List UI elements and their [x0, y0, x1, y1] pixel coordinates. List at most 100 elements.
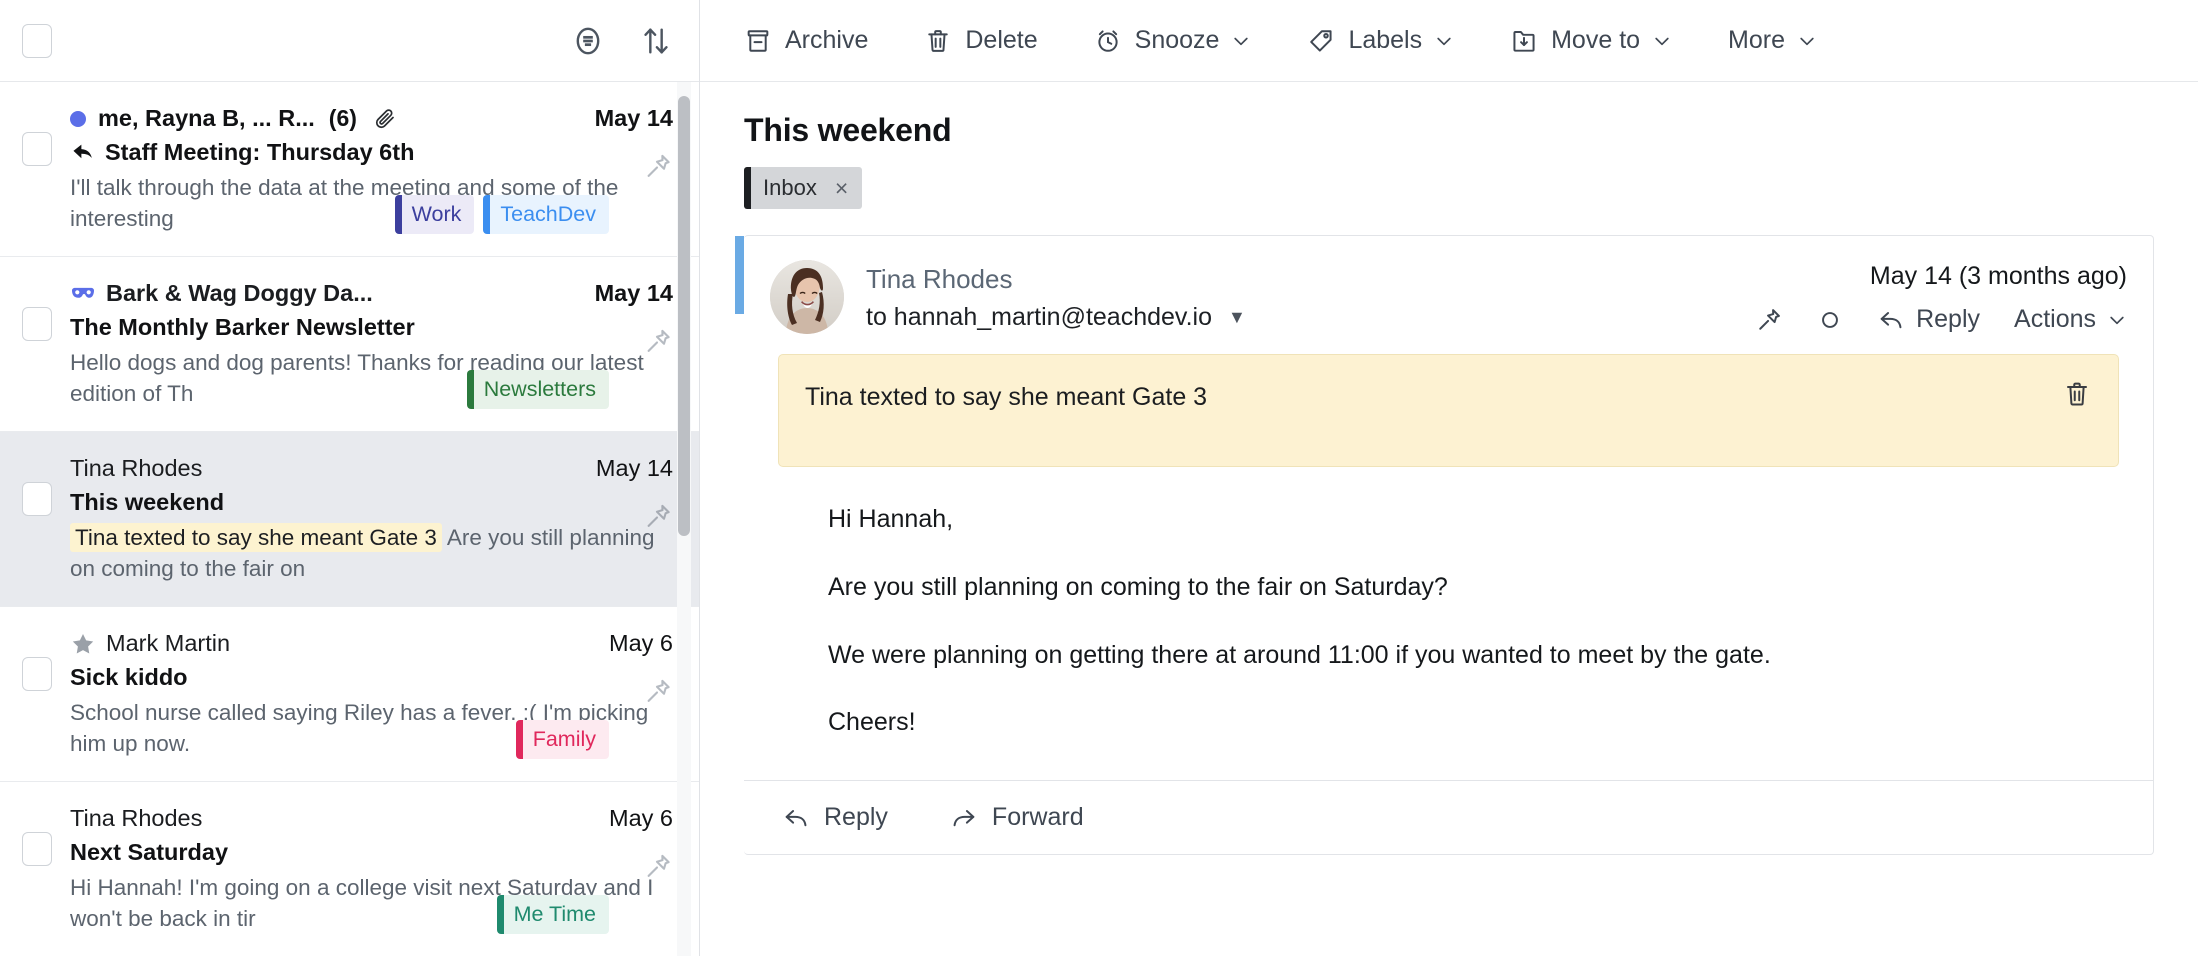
sender-name: me, Rayna B, ... R... — [98, 105, 315, 131]
chevron-down-icon — [1434, 31, 1454, 51]
pin-icon[interactable] — [643, 677, 673, 712]
reply-button[interactable]: Reply — [1877, 305, 1980, 334]
list-item[interactable]: me, Rayna B, ... R... (6) May 14 Staff M… — [0, 82, 699, 257]
close-icon[interactable]: × — [835, 176, 848, 200]
row-checkbox[interactable] — [22, 482, 52, 516]
actions-label: Actions — [2014, 305, 2096, 333]
sender-name: Tina Rhodes — [70, 455, 203, 481]
message-header: Tina Rhodes to hannah_martin@teachdev.io… — [744, 236, 2153, 354]
label-chip[interactable]: TeachDev — [483, 194, 609, 234]
list-item[interactable]: Tina Rhodes May 6 Next Saturday Hi Hanna… — [0, 782, 699, 956]
email-client: me, Rayna B, ... R... (6) May 14 Staff M… — [0, 0, 2198, 956]
scrollbar-thumb[interactable] — [678, 96, 690, 536]
message-subject: The Monthly Barker Newsletter — [70, 312, 673, 342]
archive-button[interactable]: Archive — [744, 26, 868, 55]
actions-dropdown[interactable]: Actions — [2014, 305, 2127, 334]
reading-pane: Archive Delete Snooze Labels Move to Mor… — [700, 0, 2198, 956]
list-item[interactable]: Bark & Wag Doggy Da... May 14 The Monthl… — [0, 257, 699, 432]
recipient-text: to hannah_martin@teachdev.io — [866, 303, 1212, 331]
message-date: May 14 — [594, 280, 673, 306]
message-timestamp: May 14 (3 months ago) — [1869, 262, 2127, 290]
folder-move-icon — [1510, 27, 1538, 55]
label-chip[interactable]: Work — [394, 194, 475, 234]
note-text: Tina texted to say she meant Gate 3 — [805, 383, 1208, 411]
trash-icon — [924, 27, 952, 55]
forward-arrow-icon — [950, 804, 978, 832]
snooze-button[interactable]: Snooze — [1094, 26, 1252, 55]
message-toolbar: Archive Delete Snooze Labels Move to Mor… — [700, 0, 2198, 82]
note-delete-icon[interactable] — [2062, 379, 2092, 414]
paperclip-icon — [373, 107, 397, 131]
sender-name: Tina Rhodes — [70, 805, 203, 831]
pin-icon[interactable] — [643, 852, 673, 887]
chevron-down-icon — [1231, 31, 1251, 51]
archive-icon — [744, 27, 772, 55]
filter-icon[interactable] — [571, 24, 605, 58]
pin-icon[interactable] — [643, 502, 673, 537]
message-date: May 14 — [595, 455, 673, 481]
avatar[interactable] — [770, 260, 844, 334]
message-date: May 6 — [609, 805, 673, 831]
row-checkbox[interactable] — [22, 132, 52, 166]
pin-message-icon[interactable] — [1755, 306, 1783, 334]
label-chips: Work TeachDev — [394, 194, 609, 234]
thread-header: This weekend Inbox × — [700, 82, 2198, 209]
unread-accent-bar — [735, 236, 744, 314]
move-to-label: Move to — [1551, 26, 1641, 54]
body-paragraph: Cheers! — [828, 708, 916, 737]
sort-icon[interactable] — [639, 24, 673, 58]
message-list-pane: me, Rayna B, ... R... (6) May 14 Staff M… — [0, 0, 700, 956]
reply-arrow-icon — [1877, 306, 1905, 334]
list-item-selected[interactable]: Tina Rhodes May 14 This weekend Tina tex… — [0, 432, 699, 607]
subject-text: Staff Meeting: Thursday 6th — [105, 139, 415, 165]
unread-dot-icon — [70, 110, 86, 127]
message-date: May 14 — [594, 105, 673, 131]
chevron-down-icon — [2107, 310, 2127, 330]
footer-forward-button[interactable]: Forward — [950, 803, 1084, 832]
message-date: May 6 — [609, 630, 673, 656]
labels-button[interactable]: Labels — [1307, 26, 1454, 55]
message-list-scroll[interactable]: me, Rayna B, ... R... (6) May 14 Staff M… — [0, 82, 699, 956]
row-checkbox[interactable] — [22, 307, 52, 341]
mark-unread-icon[interactable] — [1817, 307, 1843, 333]
label-chips: Me Time — [496, 894, 609, 934]
snooze-label: Snooze — [1134, 26, 1220, 54]
delete-button[interactable]: Delete — [924, 26, 1038, 55]
page-title: This weekend — [744, 112, 952, 148]
tag-icon — [1307, 27, 1335, 55]
details-caret-icon[interactable]: ▼ — [1228, 307, 1246, 328]
message-subject: Next Saturday — [70, 837, 673, 867]
list-scrollbar[interactable] — [677, 82, 691, 956]
clock-icon — [1094, 27, 1122, 55]
message-list-header — [0, 0, 699, 82]
folder-chip-inbox[interactable]: Inbox × — [744, 167, 863, 209]
star-icon[interactable] — [70, 631, 96, 657]
delete-label: Delete — [965, 26, 1038, 54]
body-paragraph: Hi Hannah, — [828, 505, 954, 533]
sender-name: Bark & Wag Doggy Da... — [106, 280, 373, 306]
row-checkbox[interactable] — [22, 832, 52, 866]
move-to-button[interactable]: Move to — [1510, 26, 1672, 55]
message-sender-name[interactable]: Tina Rhodes — [866, 264, 1755, 295]
pin-icon[interactable] — [643, 152, 673, 187]
label-chip[interactable]: Newsletters — [466, 369, 609, 409]
reading-scroll: This weekend Inbox × Tina Rhodes to hann… — [700, 82, 2198, 956]
note-highlight: Tina texted to say she meant Gate 3 — [70, 523, 442, 552]
pin-icon[interactable] — [643, 327, 673, 362]
more-button[interactable]: More — [1728, 26, 1817, 55]
footer-reply-button[interactable]: Reply — [782, 803, 888, 832]
mask-icon — [70, 284, 96, 304]
subject-text: This weekend — [70, 489, 225, 515]
chevron-down-icon — [1652, 31, 1672, 51]
label-chip[interactable]: Family — [515, 719, 609, 759]
message-snippet: Tina texted to say she meant Gate 3 Are … — [70, 522, 673, 584]
select-all-checkbox[interactable] — [22, 23, 52, 58]
list-item[interactable]: Mark Martin May 6 Sick kiddo School nurs… — [0, 607, 699, 782]
message-footer: Reply Forward — [744, 780, 2153, 854]
row-checkbox[interactable] — [22, 657, 52, 691]
folder-chip-label: Inbox — [763, 175, 817, 200]
message-actions: Reply Actions — [1755, 305, 2127, 334]
message-subject: This weekend — [70, 487, 673, 517]
label-chip[interactable]: Me Time — [496, 894, 609, 934]
message-note[interactable]: Tina texted to say she meant Gate 3 — [778, 354, 2119, 467]
